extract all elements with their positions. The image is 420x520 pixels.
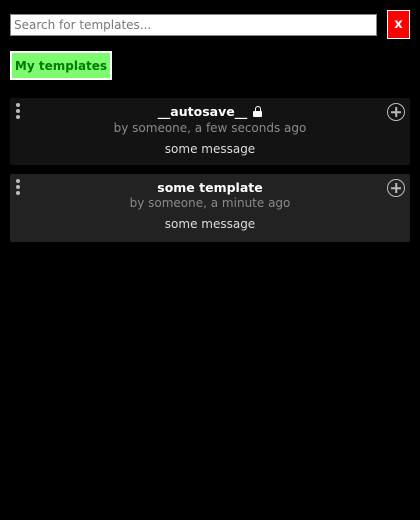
search-input[interactable] [10, 14, 377, 36]
close-button[interactable]: x [387, 10, 410, 39]
lock-icon [253, 106, 263, 117]
template-meta: by someone, a few seconds ago [113, 121, 307, 135]
template-message: some message [164, 217, 256, 231]
template-card[interactable]: __autosave__ by someone, a few seconds a… [10, 98, 410, 165]
template-title: some template [10, 180, 410, 195]
template-title: __autosave__ [10, 104, 410, 119]
template-card[interactable]: some template by someone, a minute ago s… [10, 174, 410, 242]
template-title-text: __autosave__ [157, 104, 248, 119]
my-templates-button[interactable]: My templates [10, 51, 112, 80]
template-title-text: some template [157, 180, 263, 195]
template-meta: by someone, a minute ago [129, 196, 291, 210]
search-row: x [10, 10, 410, 39]
template-message: some message [164, 142, 256, 156]
